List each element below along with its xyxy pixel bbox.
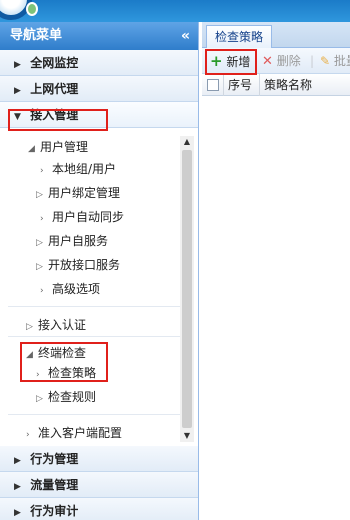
access-management-tree: ◢ 用户管理 › 本地组/用户 ▷ 用户绑定管理 › 用户自动同步 ▷ 用户自服务 ▷ 开放…: [0, 136, 198, 442]
chevron-right-icon: ▶: [14, 86, 21, 96]
chevron-right-icon: ›: [26, 430, 30, 440]
tree-item-check-rules[interactable]: ▷ 检查规则: [36, 388, 96, 405]
tree-item[interactable]: › 本地组/用户: [40, 160, 116, 177]
scroll-down-icon[interactable]: ▼: [180, 430, 194, 442]
highlight-add-button: [205, 49, 257, 75]
close-icon: ✕: [262, 54, 273, 69]
content-panel: 检查策略 + 新增 ✕ 删除 | ✎ 批量 序号 策略名称: [202, 22, 350, 520]
tree-divider: [8, 306, 180, 307]
tree-item[interactable]: ▷ 开放接口服务: [36, 256, 120, 273]
tree-group-client-config[interactable]: › 准入客户端配置: [26, 424, 122, 441]
delete-button[interactable]: ✕ 删除: [262, 48, 301, 75]
nav-section-label: 全网监控: [30, 56, 79, 70]
grid-header: 序号 策略名称: [202, 74, 350, 96]
chevron-right-icon: ›: [40, 166, 44, 176]
tree-item-label: 开放接口服务: [48, 258, 121, 272]
tree-item-label: 检查规则: [48, 390, 97, 404]
collapsed-icon: ▷: [36, 190, 43, 200]
collapse-icon[interactable]: «: [181, 22, 190, 50]
tree-item[interactable]: › 高级选项: [40, 280, 100, 297]
scroll-up-icon[interactable]: ▲: [180, 136, 194, 148]
tree-item-label: 用户绑定管理: [48, 186, 121, 200]
expanded-icon: ◢: [28, 144, 35, 154]
nav-title: 导航菜单: [10, 28, 63, 43]
nav-section-web-proxy[interactable]: ▶ 上网代理: [0, 76, 198, 102]
batch-button-label: 批量: [333, 54, 350, 68]
collapsed-icon: ▷: [36, 394, 43, 404]
logo-icon: [0, 0, 40, 20]
nav-section-label: 行为审计: [30, 504, 79, 518]
column-header-index[interactable]: 序号: [224, 74, 260, 96]
tree-divider: [8, 414, 180, 415]
tree-item-label: 用户自服务: [48, 234, 109, 248]
app-top-bar: [0, 0, 350, 22]
batch-button[interactable]: ✎ 批量: [320, 48, 350, 74]
select-all-checkbox[interactable]: [207, 78, 219, 91]
tree-item[interactable]: ▷ 用户自服务: [36, 232, 108, 249]
tree-item-label: 高级选项: [52, 282, 101, 296]
nav-section-label: 行为管理: [30, 452, 79, 466]
collapsed-icon: ▷: [26, 322, 33, 332]
tree-group-label: 接入认证: [38, 318, 87, 332]
tree-item[interactable]: › 用户自动同步: [40, 208, 124, 225]
collapsed-icon: ▷: [36, 262, 43, 272]
nav-section-label: 上网代理: [30, 82, 79, 96]
tree-group-user-management[interactable]: ◢ 用户管理: [28, 138, 88, 155]
select-all-cell: [202, 74, 224, 96]
nav-section-label: 流量管理: [30, 478, 79, 492]
highlight-access-management: [8, 109, 108, 131]
column-header-policy-name[interactable]: 策略名称: [260, 74, 350, 96]
nav-section-behavior-management[interactable]: ▶ 行为管理: [0, 446, 198, 472]
toolbar-divider: |: [310, 54, 315, 68]
highlight-terminal-check: [20, 342, 108, 382]
tree-item-label: 用户自动同步: [52, 210, 125, 224]
chevron-right-icon: ▶: [14, 60, 21, 70]
delete-button-label: 删除: [276, 54, 301, 68]
tree-divider: [8, 336, 180, 337]
chevron-right-icon: ▶: [14, 508, 21, 518]
tree-item[interactable]: ▷ 用户绑定管理: [36, 184, 120, 201]
tree-group-label: 准入客户端配置: [38, 426, 123, 440]
tree-scrollbar[interactable]: ▲ ▼: [180, 136, 194, 442]
chevron-right-icon: ▶: [14, 482, 21, 492]
tree-item-label: 本地组/用户: [52, 162, 117, 176]
tab-check-policy[interactable]: 检查策略: [206, 25, 273, 48]
tab-strip: 检查策略: [202, 22, 350, 48]
collapsed-icon: ▷: [36, 238, 43, 248]
tree-group-label: 用户管理: [40, 140, 89, 154]
scroll-thumb[interactable]: [182, 150, 192, 428]
tree-group-access-auth[interactable]: ▷ 接入认证: [26, 316, 86, 333]
chevron-right-icon: ›: [40, 214, 44, 224]
nav-header: 导航菜单 «: [0, 22, 198, 50]
pencil-icon: ✎: [320, 54, 331, 68]
chevron-right-icon: ▶: [14, 456, 21, 466]
nav-section-behavior-audit[interactable]: ▶ 行为审计: [0, 498, 198, 520]
nav-section-network-monitor[interactable]: ▶ 全网监控: [0, 50, 198, 76]
chevron-right-icon: ›: [40, 286, 44, 296]
nav-section-traffic-management[interactable]: ▶ 流量管理: [0, 472, 198, 498]
